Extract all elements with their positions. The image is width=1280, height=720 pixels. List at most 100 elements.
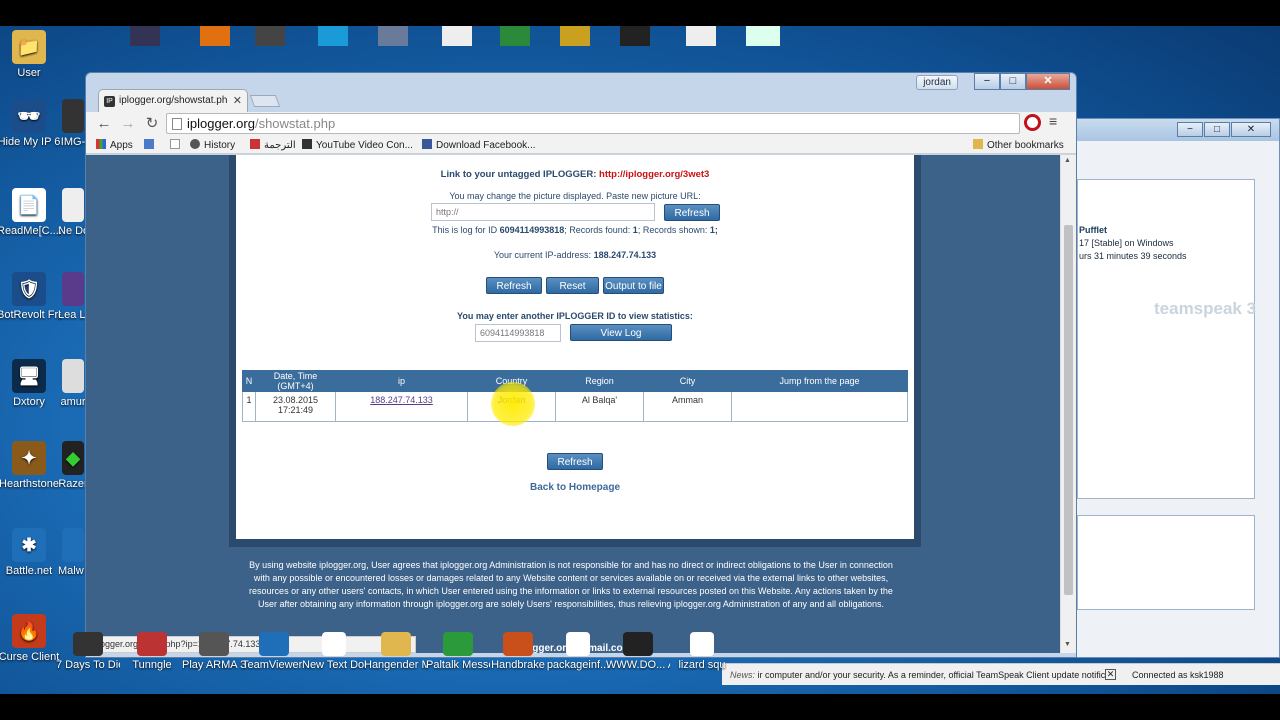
wav-file-icon[interactable] (442, 26, 472, 46)
file-icon[interactable] (746, 26, 780, 46)
minimize-button[interactable]: − (974, 73, 1000, 90)
desktop-icon-label: WWW.DO... ARK - Surv... (606, 659, 670, 671)
desktop-icon[interactable]: 7 Days To Die 10.4 b9 32bit (56, 632, 120, 671)
desktop-icon-battlenet[interactable]: ✱ Battle.net (0, 528, 61, 577)
bookmark-facebook[interactable]: Download Facebook... (422, 139, 536, 151)
clock-icon (190, 139, 200, 149)
scrollbar-thumb[interactable] (1064, 225, 1073, 595)
cell-ip-link[interactable]: 188.247.74.133 (335, 391, 468, 422)
desktop-icon[interactable]: New Text Docume... (302, 632, 366, 671)
close-button[interactable]: ✕ (1231, 122, 1271, 137)
tab-title: iplogger.org/showstat.ph (119, 95, 228, 106)
bookmark-youtube[interactable]: YouTube Video Con... (302, 139, 413, 151)
column-header: ip (335, 370, 468, 392)
maximize-button[interactable]: □ (1204, 122, 1230, 137)
bookmark-other[interactable]: Other bookmarks (973, 139, 1064, 151)
page-scrollbar[interactable]: ▲ ▼ (1060, 155, 1076, 653)
bottom-refresh-button[interactable]: Refresh (547, 453, 603, 470)
news-ticker: News: ir computer and/or your security. … (730, 664, 1105, 686)
desktop-icon-label: Tunngle (132, 659, 172, 671)
forward-arrow-icon[interactable]: → (118, 114, 138, 134)
back-to-homepage-link[interactable]: Back to Homepage (236, 482, 914, 493)
app-icon[interactable] (255, 26, 285, 46)
desktop-icon-label: ReadMe[C...ZIP Passwo... (0, 225, 61, 237)
desktop-icon-readme[interactable]: 📄 ReadMe[C...ZIP Passwo... (0, 188, 61, 237)
top-row-icons (130, 26, 790, 46)
iplogger-link[interactable]: http://iplogger.org/3wet3 (599, 169, 709, 180)
close-tab-icon[interactable]: ✕ (233, 90, 242, 112)
reload-icon[interactable]: ↻ (142, 114, 162, 134)
desktop-icon-league[interactable]: Lea Leg (58, 272, 88, 321)
scroll-down-arrow-icon[interactable]: ▼ (1064, 641, 1071, 648)
disclaimer-text: By using website iplogger.org, User agre… (249, 560, 893, 609)
address-bar[interactable]: iplogger.org/showstat.php ☆ (166, 113, 1020, 134)
profile-button[interactable]: jordan (916, 75, 958, 90)
app-icon[interactable] (500, 26, 530, 46)
refresh-button[interactable]: Refresh (486, 277, 542, 294)
view-log-button[interactable]: View Log (570, 324, 672, 341)
vlc-icon[interactable] (200, 26, 230, 46)
league-icon (62, 272, 84, 306)
cell-datetime: 23.08.2015 17:21:49 (255, 391, 336, 422)
desktop-icon-user[interactable]: 📁 User (0, 30, 61, 79)
bookmark-label: History (204, 140, 236, 151)
app-icon[interactable] (130, 26, 160, 46)
extension-icon[interactable] (1024, 114, 1041, 131)
new-tab-button[interactable] (249, 95, 281, 107)
desktop-icon[interactable]: lizard squ (670, 632, 734, 671)
desktop-icon-amur[interactable]: amur (58, 359, 88, 408)
bookmark-arabic[interactable]: الترجمة (250, 139, 296, 151)
desktop-icon-hearthstone[interactable]: ✦ Hearthstone (0, 441, 61, 490)
desktop-icon-razer[interactable]: ◆ Razer (58, 441, 88, 490)
picture-url-input[interactable]: http:// (431, 203, 655, 221)
desktop-icon-botrevolt[interactable]: 🛡 BotRevolt Free (0, 272, 61, 321)
bookmark-label: YouTube Video Con... (316, 140, 413, 151)
desktop-icon[interactable]: TeamViewer 10 (242, 632, 306, 671)
desktop-icon-malwarebytes[interactable]: Malw Anti- (58, 528, 88, 577)
desktop-icon[interactable]: Hangender Menu (364, 632, 428, 671)
page-viewport[interactable]: Link to your untagged IPLOGGER: http://i… (86, 155, 1060, 653)
desktop-icon-img[interactable]: IMG- (58, 99, 88, 148)
desktop-icon[interactable]: WWW.DO... ARK - Surv... (606, 632, 670, 671)
desktop-icon[interactable]: Play ARMA 3 (182, 632, 246, 671)
desktop-icon-new-doc[interactable]: Ne Doc (58, 188, 88, 237)
desktop-icon-hide-my-ip[interactable]: 🕶 Hide My IP 6 (0, 99, 61, 148)
bookmark-google[interactable] (144, 139, 158, 151)
browser-window[interactable]: jordan − □ ✕ IP iplogger.org/showstat.ph… (85, 72, 1077, 658)
output-to-file-button[interactable]: Output to file (603, 277, 664, 294)
app-icon[interactable] (378, 26, 408, 46)
back-arrow-icon[interactable]: ← (94, 114, 114, 134)
bookmark-apps[interactable]: Apps (96, 139, 133, 151)
desktop-icon[interactable]: Paltalk Messenger (426, 632, 490, 671)
desktop-icon[interactable]: packageinf... (546, 632, 610, 671)
desktop-icon-dxtory[interactable]: 🖥 Dxtory (0, 359, 61, 408)
maximize-button[interactable]: □ (1000, 73, 1026, 90)
close-news-icon[interactable]: ✕ (1105, 669, 1116, 680)
browser-tab[interactable]: IP iplogger.org/showstat.ph ✕ (98, 89, 248, 113)
minimize-button[interactable]: − (1177, 122, 1203, 137)
skype-icon[interactable] (318, 26, 348, 46)
app-icon[interactable] (620, 26, 650, 46)
close-button[interactable]: ✕ (1026, 73, 1070, 90)
arma-icon (199, 632, 229, 656)
teamspeak-title-bar[interactable]: − □ ✕ (1069, 119, 1279, 141)
logger-id-input[interactable]: 6094114993818 (475, 324, 561, 342)
desktop-icon-label: TeamViewer 10 (242, 659, 306, 671)
bookmark-history[interactable]: History (190, 139, 235, 151)
desktop-icon[interactable]: Handbrake (486, 632, 550, 671)
desktop-icon-curse-client[interactable]: 🔥 Curse Client (0, 614, 61, 663)
menu-icon[interactable]: ≡ (1049, 113, 1057, 129)
desktop-icon[interactable]: Tunngle (120, 632, 184, 671)
hearthstone-icon: ✦ (12, 441, 46, 475)
scroll-up-arrow-icon[interactable]: ▲ (1064, 157, 1071, 164)
google-icon (144, 139, 154, 149)
teamspeak-window[interactable]: − □ ✕ Pufflet 17 [Stable] on Windows urs… (1068, 118, 1280, 658)
picture-refresh-button[interactable]: Refresh (664, 204, 720, 221)
column-header: Jump from the page (731, 370, 908, 392)
app-icon[interactable] (560, 26, 590, 46)
reset-button[interactable]: Reset (546, 277, 599, 294)
desktop-icon-label: User (17, 67, 41, 79)
file-icon[interactable] (686, 26, 716, 46)
link-line: Link to your untagged IPLOGGER: http://i… (236, 169, 914, 180)
bookmark-page[interactable] (170, 139, 184, 151)
